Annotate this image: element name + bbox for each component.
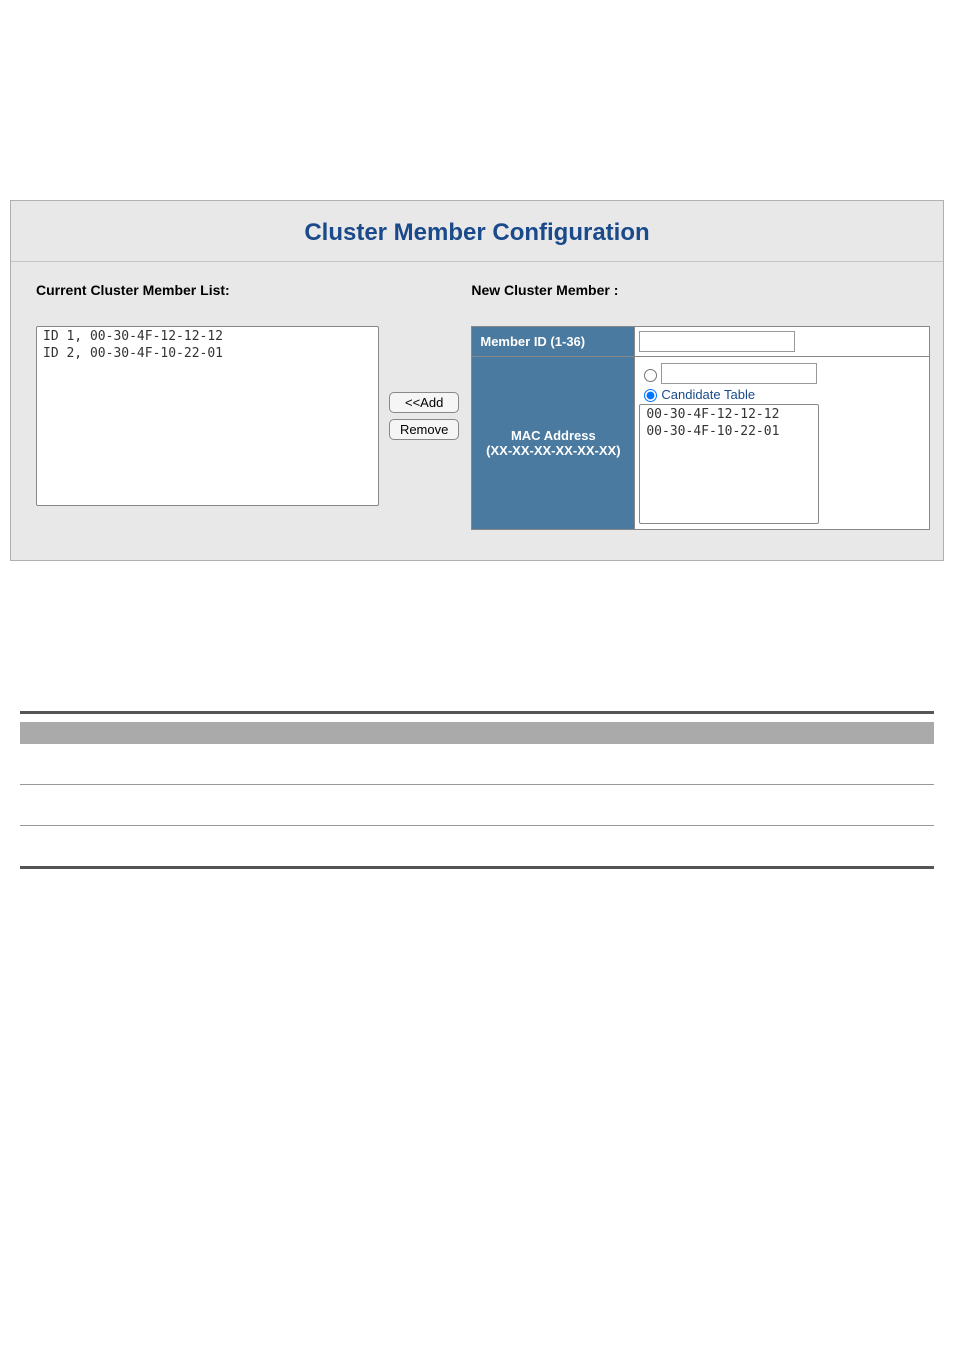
candidate-table-radio[interactable]: [644, 389, 657, 402]
panel-title: Cluster Member Configuration: [11, 201, 943, 262]
member-id-input[interactable]: [639, 331, 795, 352]
divider-thin-2: [20, 825, 934, 826]
candidate-list-item[interactable]: 00-30-4F-10-22-01: [644, 424, 814, 441]
lower-section: [10, 711, 944, 869]
member-list-item[interactable]: ID 2, 00-30-4F-10-22-01: [41, 346, 374, 363]
mac-address-input[interactable]: [661, 363, 817, 384]
candidate-list[interactable]: 00-30-4F-12-12-1200-30-4F-10-22-01: [639, 404, 819, 524]
add-button[interactable]: <<Add: [389, 392, 459, 413]
member-id-label: Member ID (1-36): [472, 327, 635, 357]
new-member-heading: New Cluster Member :: [471, 282, 930, 298]
divider-thin-1: [20, 784, 934, 785]
member-list-item[interactable]: ID 1, 00-30-4F-12-12-12: [41, 329, 374, 346]
candidate-table-label: Candidate Table: [661, 387, 755, 402]
mac-address-label: MAC Address (XX-XX-XX-XX-XX-XX): [472, 357, 635, 530]
divider-thick-top: [20, 711, 934, 714]
mac-manual-radio[interactable]: [644, 369, 657, 382]
candidate-list-item[interactable]: 00-30-4F-12-12-12: [644, 407, 814, 424]
current-list-heading: Current Cluster Member List:: [36, 282, 459, 298]
divider-thick-bottom: [20, 866, 934, 869]
cluster-config-panel: Cluster Member Configuration Current Clu…: [10, 200, 944, 561]
current-member-list[interactable]: ID 1, 00-30-4F-12-12-12ID 2, 00-30-4F-10…: [36, 326, 379, 506]
remove-button[interactable]: Remove: [389, 419, 459, 440]
grey-header-bar: [20, 722, 934, 744]
